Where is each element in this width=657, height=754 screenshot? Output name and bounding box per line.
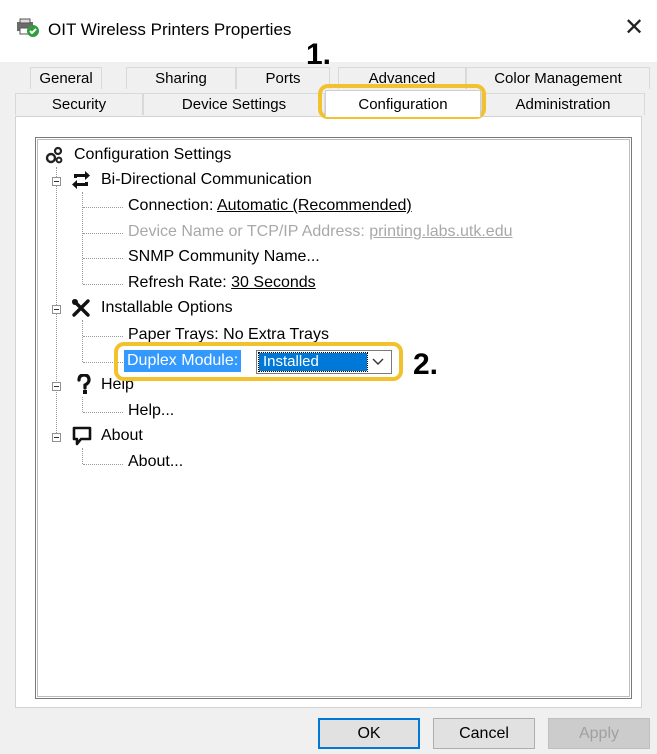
tree-line: [82, 397, 83, 412]
help-item[interactable]: Help...: [128, 400, 174, 422]
device-address-value: printing.labs.utk.edu: [369, 223, 513, 240]
tab-administration[interactable]: Administration: [481, 93, 645, 115]
snmp-item[interactable]: SNMP Community Name...: [128, 246, 320, 268]
tree-line: [83, 284, 123, 285]
about-label[interactable]: About: [101, 425, 143, 447]
duplex-module-highlight: [114, 342, 403, 381]
arrows-exchange-icon: [71, 170, 91, 190]
step-2-label: 2.: [413, 348, 439, 381]
close-button[interactable]: ✕: [616, 10, 652, 46]
step-1-label: 1.: [306, 38, 332, 71]
gears-icon: [44, 145, 64, 165]
tree-line: [82, 192, 83, 284]
tab-configuration[interactable]: Configuration: [325, 90, 481, 117]
tree-line: [83, 464, 123, 465]
refresh-rate-value[interactable]: 30 Seconds: [231, 274, 316, 291]
tree-line: [83, 336, 123, 337]
refresh-rate-label: Refresh Rate:: [128, 274, 232, 291]
tree-line: [82, 448, 83, 464]
collapse-about-icon[interactable]: [52, 433, 61, 442]
collapse-help-icon[interactable]: [52, 382, 61, 391]
collapse-options-icon[interactable]: [52, 305, 61, 314]
refresh-rate-item[interactable]: Refresh Rate: 30 Seconds: [128, 272, 316, 294]
tree-line: [83, 412, 123, 413]
printer-icon: [16, 18, 40, 38]
device-address-label: Device Name or TCP/IP Address:: [128, 223, 370, 240]
ok-button[interactable]: OK: [318, 718, 420, 749]
device-address-item: Device Name or TCP/IP Address: printing.…: [128, 221, 512, 243]
cancel-button[interactable]: Cancel: [433, 718, 535, 749]
speech-bubble-icon: [72, 426, 92, 446]
tab-general[interactable]: General: [30, 67, 102, 89]
bidi-label[interactable]: Bi-Directional Communication: [101, 169, 312, 191]
tab-sharing[interactable]: Sharing: [126, 67, 236, 89]
tools-icon: [71, 298, 91, 318]
tab-device-settings[interactable]: Device Settings: [143, 93, 325, 115]
tree-root-label[interactable]: Configuration Settings: [74, 144, 231, 166]
connection-item[interactable]: Connection: Automatic (Recommended): [128, 195, 412, 217]
collapse-bidi-icon[interactable]: [52, 177, 61, 186]
about-item[interactable]: About...: [128, 451, 183, 473]
connection-label: Connection:: [128, 197, 217, 214]
tab-security[interactable]: Security: [15, 93, 143, 115]
installable-options-label[interactable]: Installable Options: [101, 297, 233, 319]
tree-line: [83, 233, 123, 234]
connection-value[interactable]: Automatic (Recommended): [217, 197, 412, 214]
tree-line: [83, 258, 123, 259]
tree-line: [82, 320, 83, 362]
tree-line: [83, 207, 123, 208]
window-title: OIT Wireless Printers Properties: [48, 20, 292, 39]
apply-button[interactable]: Apply: [548, 718, 650, 749]
tab-color-management[interactable]: Color Management: [466, 67, 650, 89]
tree-line: [56, 167, 57, 437]
question-icon: [74, 373, 94, 394]
